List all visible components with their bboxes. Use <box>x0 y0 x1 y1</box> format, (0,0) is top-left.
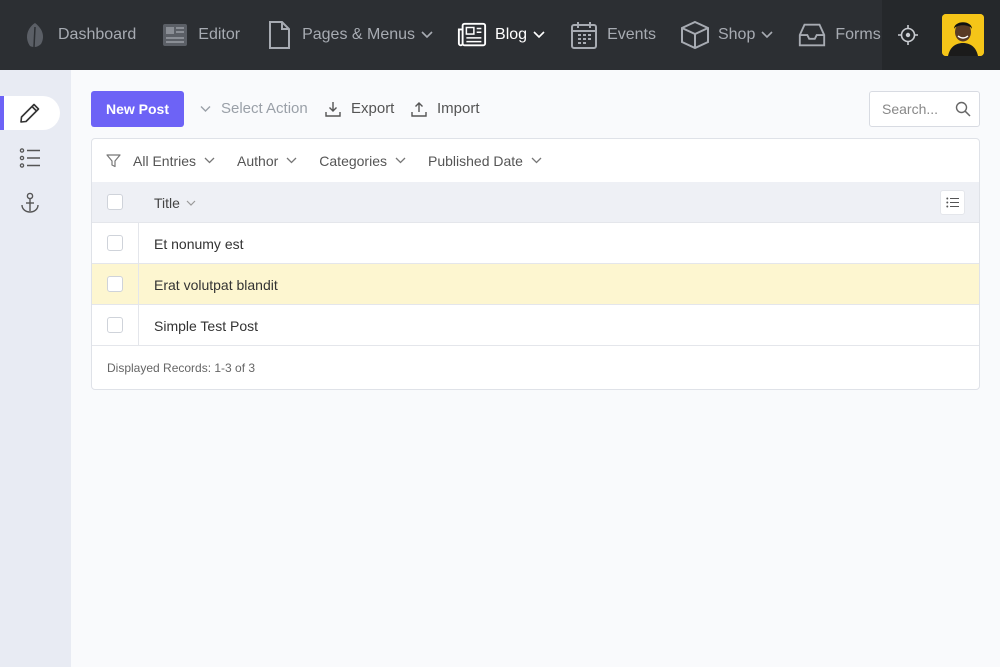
filter-label: Author <box>237 152 279 169</box>
column-header-title[interactable]: Title <box>154 195 196 211</box>
filter-label: Categories <box>319 152 387 169</box>
import-button[interactable]: Import <box>411 100 480 117</box>
chevron-down-icon <box>533 31 545 39</box>
search-icon[interactable] <box>955 101 971 117</box>
file-icon <box>264 20 294 50</box>
leaf-icon <box>20 20 50 50</box>
download-icon <box>325 101 341 117</box>
news-icon <box>457 20 487 50</box>
row-checkbox[interactable] <box>107 276 123 292</box>
select-action-label: Select Action <box>221 100 308 117</box>
list-icon <box>19 147 41 169</box>
nav-item-label: Forms <box>835 26 881 43</box>
nav-item-shop[interactable]: Shop <box>680 20 773 50</box>
upload-icon <box>411 101 427 117</box>
filter-label: Published Date <box>427 152 523 169</box>
filter-label: All Entries <box>133 152 197 169</box>
column-divider <box>138 223 139 264</box>
row-title[interactable]: Simple Test Post <box>154 318 258 334</box>
table-header: Title <box>92 182 979 223</box>
nav-item-events[interactable]: Events <box>569 20 656 50</box>
select-action-dropdown[interactable]: Select Action <box>200 100 308 117</box>
nav-item-blog[interactable]: Blog <box>457 20 545 50</box>
entries-table-card: All Entries Author Categories Published … <box>91 138 980 390</box>
nav-item-label: Blog <box>495 26 528 43</box>
new-post-button[interactable]: New Post <box>91 91 184 127</box>
top-navigation-bar: Dashboard Editor Pages & Menus Blog Even… <box>0 0 1000 70</box>
search-input[interactable] <box>882 101 948 117</box>
chevron-down-icon <box>395 157 406 164</box>
main-nav: Dashboard Editor Pages & Menus Blog Even… <box>0 0 882 70</box>
left-sidebar <box>0 70 71 667</box>
anchor-icon <box>19 192 41 214</box>
nav-item-dashboard[interactable]: Dashboard <box>20 20 136 50</box>
nav-item-forms[interactable]: Forms <box>797 20 881 50</box>
nav-item-pages-menus[interactable]: Pages & Menus <box>264 20 433 50</box>
column-divider <box>138 264 139 305</box>
displayed-records-text: Displayed Records: 1-3 of 3 <box>107 361 256 375</box>
newspaper-icon <box>160 20 190 50</box>
column-header-label: Title <box>154 195 180 211</box>
sidebar-item-posts[interactable] <box>0 96 60 130</box>
filter-author[interactable]: Author <box>237 153 297 169</box>
avatar[interactable] <box>942 14 984 56</box>
table-row[interactable]: Simple Test Post <box>92 305 979 346</box>
sidebar-item-anchor[interactable] <box>0 186 60 220</box>
column-settings-button[interactable] <box>940 190 965 215</box>
nav-item-label: Dashboard <box>58 26 137 43</box>
pencil-icon <box>19 102 41 124</box>
chevron-down-icon <box>531 157 542 164</box>
calendar-icon <box>569 20 599 50</box>
column-divider <box>138 305 139 346</box>
export-button[interactable]: Export <box>325 100 394 117</box>
list-icon <box>946 197 959 208</box>
sidebar-item-list[interactable] <box>0 141 60 175</box>
topbar-right-area <box>882 0 1000 70</box>
filter-bar: All Entries Author Categories Published … <box>92 139 979 182</box>
row-checkbox[interactable] <box>107 235 123 251</box>
filter-published-date[interactable]: Published Date <box>428 153 542 169</box>
select-all-checkbox[interactable] <box>107 194 123 210</box>
chevron-down-icon <box>200 105 211 113</box>
nav-item-label: Events <box>607 26 656 43</box>
export-label: Export <box>351 100 395 117</box>
nav-item-label: Shop <box>717 26 756 43</box>
nav-item-editor[interactable]: Editor <box>160 20 240 50</box>
row-title[interactable]: Et nonumy est <box>154 236 244 252</box>
search-box <box>869 91 980 127</box>
nav-item-label: Editor <box>198 26 241 43</box>
import-label: Import <box>437 100 480 117</box>
chevron-down-icon <box>761 31 773 39</box>
row-title[interactable]: Erat volutpat blandit <box>154 277 278 293</box>
chevron-down-icon <box>421 31 433 39</box>
chevron-down-icon <box>186 200 196 206</box>
inbox-icon <box>797 20 827 50</box>
filter-icon <box>106 153 121 168</box>
filter-all-entries[interactable]: All Entries <box>133 153 215 169</box>
table-row[interactable]: Erat volutpat blandit <box>92 264 979 305</box>
filter-categories[interactable]: Categories <box>319 153 406 169</box>
crosshair-icon[interactable] <box>898 25 918 45</box>
row-checkbox[interactable] <box>107 317 123 333</box>
chevron-down-icon <box>204 157 215 164</box>
nav-item-label: Pages & Menus <box>302 26 416 43</box>
table-row[interactable]: Et nonumy est <box>92 223 979 264</box>
chevron-down-icon <box>286 157 297 164</box>
box-icon <box>680 20 710 50</box>
